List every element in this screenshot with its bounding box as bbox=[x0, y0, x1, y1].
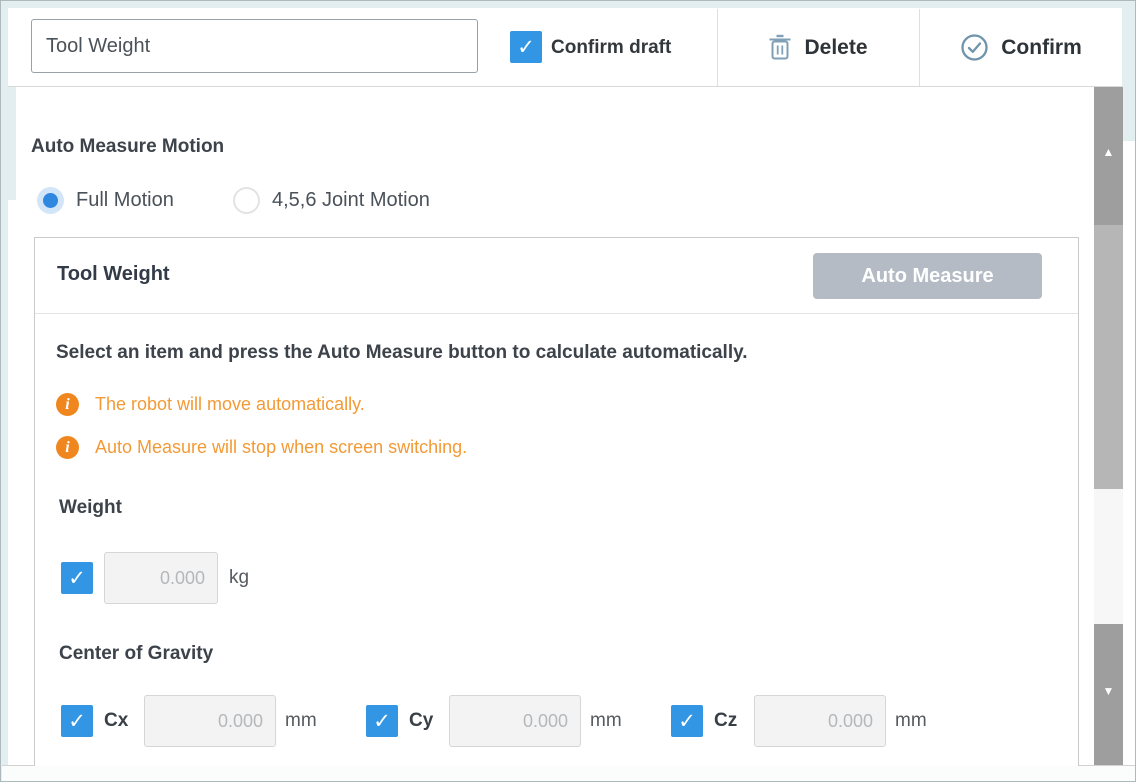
circle-check-icon bbox=[960, 33, 989, 62]
scrollbar-down-button[interactable]: ▼ bbox=[1094, 624, 1123, 765]
notice-text: Auto Measure will stop when screen switc… bbox=[95, 437, 467, 458]
tool-weight-panel: Tool Weight Auto Measure bbox=[34, 237, 1079, 766]
radio-selected-icon bbox=[37, 187, 64, 214]
radio-456-joint-motion[interactable]: 4,5,6 Joint Motion bbox=[233, 187, 430, 214]
center-of-gravity-heading: Center of Gravity bbox=[59, 643, 213, 665]
cog-field-cy: ✓ Cy mm bbox=[366, 695, 622, 747]
trash-icon bbox=[768, 34, 792, 61]
cx-unit-label: mm bbox=[285, 710, 317, 732]
confirm-draft-checkbox[interactable]: ✓ bbox=[510, 31, 542, 63]
delete-button-label: Delete bbox=[804, 36, 867, 60]
auto-measure-motion-heading: Auto Measure Motion bbox=[31, 136, 224, 158]
left-edge-strip bbox=[8, 87, 16, 200]
cog-field-cx: ✓ Cx mm bbox=[61, 695, 317, 747]
radio-full-motion[interactable]: Full Motion bbox=[37, 187, 174, 214]
instruction-text: Select an item and press the Auto Measur… bbox=[56, 342, 748, 364]
scrollbar-up-button[interactable]: ▲ bbox=[1094, 87, 1123, 225]
confirm-draft-label: Confirm draft bbox=[551, 37, 671, 59]
cy-checkbox[interactable]: ✓ bbox=[366, 705, 398, 737]
panel-title: Tool Weight bbox=[57, 263, 170, 286]
notice-robot-move: i The robot will move automatically. bbox=[56, 393, 365, 416]
down-arrow-icon: ▼ bbox=[1094, 684, 1123, 698]
confirm-button[interactable]: Confirm bbox=[920, 9, 1122, 86]
check-icon: ✓ bbox=[68, 566, 86, 591]
weight-checkbox[interactable]: ✓ bbox=[61, 562, 93, 594]
weight-input[interactable] bbox=[104, 552, 218, 604]
weight-heading: Weight bbox=[59, 497, 122, 519]
notice-text: The robot will move automatically. bbox=[95, 394, 365, 415]
cz-label: Cz bbox=[714, 710, 754, 732]
check-icon: ✓ bbox=[373, 709, 391, 734]
cx-checkbox[interactable]: ✓ bbox=[61, 705, 93, 737]
delete-button[interactable]: Delete bbox=[718, 9, 918, 86]
bottom-strip bbox=[2, 765, 1136, 782]
cz-input[interactable] bbox=[754, 695, 886, 747]
tool-name-input[interactable] bbox=[31, 19, 478, 73]
notice-screen-switching: i Auto Measure will stop when screen swi… bbox=[56, 436, 467, 459]
check-icon: ✓ bbox=[68, 709, 86, 734]
confirm-button-label: Confirm bbox=[1001, 36, 1082, 60]
cy-unit-label: mm bbox=[590, 710, 622, 732]
cz-unit-label: mm bbox=[895, 710, 927, 732]
tool-weight-screen: ✓ Confirm draft Delete Confirm Auto Meas… bbox=[0, 0, 1136, 782]
cy-input[interactable] bbox=[449, 695, 581, 747]
up-arrow-icon: ▲ bbox=[1094, 145, 1123, 159]
info-icon: i bbox=[56, 393, 79, 416]
scrollbar-thumb[interactable] bbox=[1094, 225, 1123, 489]
panel-header: Tool Weight Auto Measure bbox=[35, 238, 1078, 314]
info-icon: i bbox=[56, 436, 79, 459]
cy-label: Cy bbox=[409, 710, 449, 732]
radio-full-motion-label: Full Motion bbox=[76, 189, 174, 212]
radio-unselected-icon bbox=[233, 187, 260, 214]
weight-unit-label: kg bbox=[229, 567, 249, 589]
auto-measure-button[interactable]: Auto Measure bbox=[813, 253, 1042, 299]
radio-456-joint-motion-label: 4,5,6 Joint Motion bbox=[272, 189, 430, 212]
cog-field-cz: ✓ Cz mm bbox=[671, 695, 927, 747]
check-icon: ✓ bbox=[517, 35, 535, 60]
right-margin bbox=[1123, 141, 1136, 765]
scrollbar-track[interactable] bbox=[1094, 489, 1123, 624]
cx-label: Cx bbox=[104, 710, 144, 732]
cz-checkbox[interactable]: ✓ bbox=[671, 705, 703, 737]
check-icon: ✓ bbox=[678, 709, 696, 734]
cx-input[interactable] bbox=[144, 695, 276, 747]
